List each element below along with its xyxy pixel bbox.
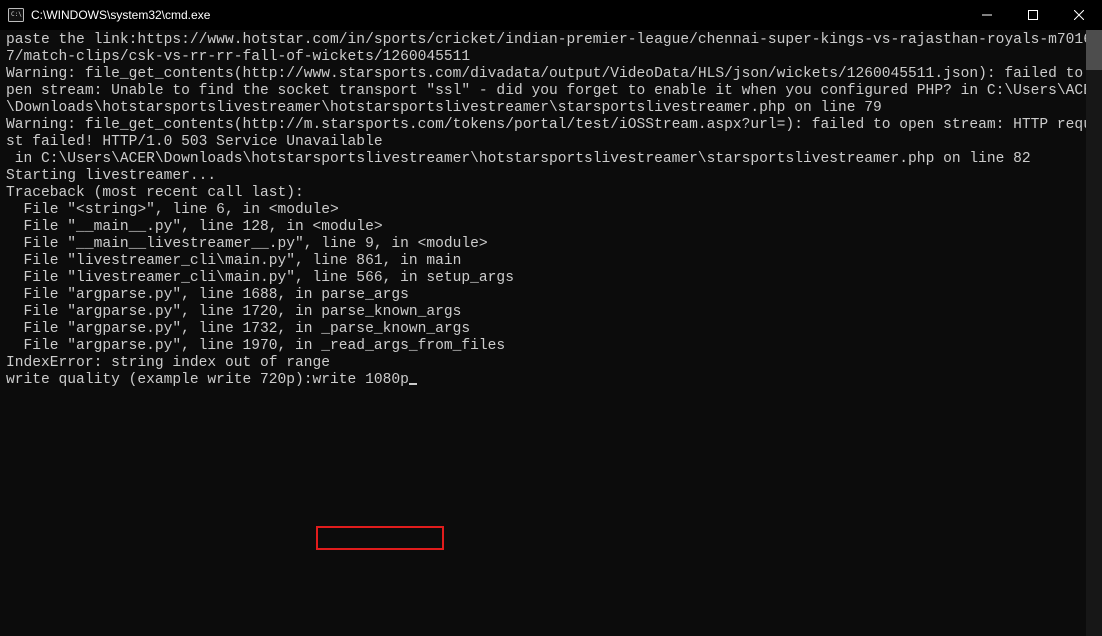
titlebar[interactable]: C:\ C:\WINDOWS\system32\cmd.exe (0, 0, 1102, 30)
cmd-icon: C:\ (8, 7, 24, 23)
window-title: C:\WINDOWS\system32\cmd.exe (31, 8, 210, 22)
terminal-line: File "argparse.py", line 1720, in parse_… (6, 304, 1102, 321)
terminal-line: File "livestreamer_cli\main.py", line 56… (6, 270, 1102, 287)
maximize-button[interactable] (1010, 0, 1056, 30)
terminal-line: File "<string>", line 6, in <module> (6, 202, 1102, 219)
prompt-input[interactable]: write 1080p (313, 372, 409, 388)
terminal-line: File "__main__.py", line 128, in <module… (6, 219, 1102, 236)
svg-text:C:\: C:\ (11, 11, 22, 18)
prompt-line[interactable]: write quality (example write 720p):write… (6, 372, 1102, 389)
terminal-line: File "livestreamer_cli\main.py", line 86… (6, 253, 1102, 270)
terminal-line: Warning: file_get_contents(http://www.st… (6, 66, 1102, 117)
terminal-line: File "__main__livestreamer__.py", line 9… (6, 236, 1102, 253)
terminal-line: File "argparse.py", line 1970, in _read_… (6, 338, 1102, 355)
terminal-line: Traceback (most recent call last): (6, 185, 1102, 202)
vertical-scrollbar[interactable] (1086, 30, 1102, 636)
terminal-line: File "argparse.py", line 1732, in _parse… (6, 321, 1102, 338)
terminal-line: File "argparse.py", line 1688, in parse_… (6, 287, 1102, 304)
cmd-window: C:\ C:\WINDOWS\system32\cmd.exe paste th… (0, 0, 1102, 636)
close-button[interactable] (1056, 0, 1102, 30)
terminal-output: paste the link:https://www.hotstar.com/i… (6, 32, 1102, 372)
terminal-line: in C:\Users\ACER\Downloads\hotstarsports… (6, 151, 1102, 168)
terminal-line: IndexError: string index out of range (6, 355, 1102, 372)
terminal-line: Warning: file_get_contents(http://m.star… (6, 117, 1102, 151)
cursor (409, 383, 417, 385)
terminal-line: paste the link:https://www.hotstar.com/i… (6, 32, 1102, 66)
scrollbar-thumb[interactable] (1086, 30, 1102, 70)
terminal-line: Starting livestreamer... (6, 168, 1102, 185)
prompt-text: write quality (example write 720p): (6, 372, 313, 388)
minimize-button[interactable] (964, 0, 1010, 30)
window-controls (964, 0, 1102, 30)
terminal[interactable]: paste the link:https://www.hotstar.com/i… (0, 30, 1102, 636)
